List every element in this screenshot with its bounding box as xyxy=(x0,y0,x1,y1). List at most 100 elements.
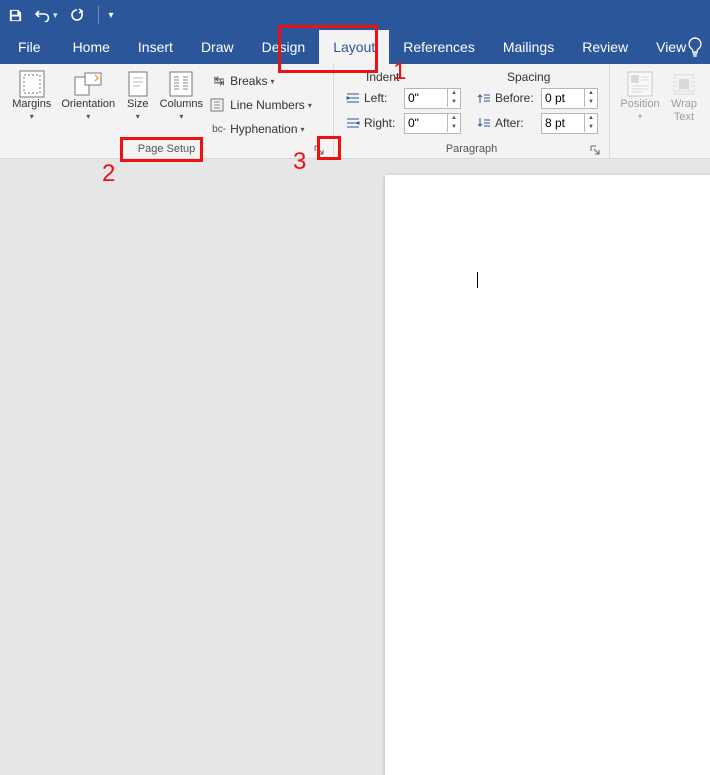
paragraph-launcher[interactable] xyxy=(588,143,602,157)
spin-up[interactable]: ▲ xyxy=(448,89,460,98)
spin-down[interactable]: ▼ xyxy=(448,123,460,132)
chevron-down-icon: ▾ xyxy=(136,112,140,121)
wrap-text-button[interactable]: Wrap Text xyxy=(664,67,704,123)
quick-access-toolbar: ▾ ▾ xyxy=(0,0,710,30)
spacing-after-icon xyxy=(477,117,495,129)
dialog-launcher-icon xyxy=(314,145,324,155)
spin-up[interactable]: ▲ xyxy=(585,114,597,123)
line-numbers-icon xyxy=(210,98,228,112)
hyphenation-button[interactable]: bc‑ Hyphenation ▾ xyxy=(210,119,327,139)
group-page-setup: Margins ▾ Orientation ▾ Size ▾ xyxy=(0,64,334,158)
tab-file[interactable]: File xyxy=(12,30,59,64)
margins-label: Margins xyxy=(12,98,51,111)
spacing-before-value[interactable] xyxy=(542,89,584,108)
group-arrange: Position ▾ Wrap Text xyxy=(610,64,710,158)
undo-button[interactable]: ▾ xyxy=(35,8,58,22)
indent-left-icon xyxy=(346,92,364,104)
spin-down[interactable]: ▼ xyxy=(585,98,597,107)
columns-button[interactable]: Columns ▾ xyxy=(157,67,207,121)
chevron-down-icon: ▾ xyxy=(308,101,312,110)
orientation-label: Orientation xyxy=(61,98,115,111)
wrap-text-label2: Text xyxy=(674,111,694,124)
save-icon xyxy=(8,8,23,23)
spacing-header: Spacing xyxy=(507,70,550,84)
redo-icon xyxy=(70,8,86,22)
spacing-after-label: After: xyxy=(495,116,541,130)
size-label: Size xyxy=(127,98,148,111)
page-setup-launcher[interactable] xyxy=(312,143,326,157)
orientation-button[interactable]: Orientation ▾ xyxy=(58,67,119,121)
tab-home[interactable]: Home xyxy=(59,30,124,64)
tab-layout[interactable]: Layout xyxy=(319,30,389,64)
undo-icon xyxy=(35,8,51,22)
wrap-text-icon xyxy=(669,70,699,98)
indent-left-row: Left: ▲▼ xyxy=(346,87,461,109)
chevron-down-icon: ▾ xyxy=(638,112,642,121)
spacing-after-input[interactable]: ▲▼ xyxy=(541,113,598,134)
text-cursor xyxy=(477,272,478,288)
annotation-label-3: 3 xyxy=(293,148,306,176)
ribbon: Margins ▾ Orientation ▾ Size ▾ xyxy=(0,64,710,159)
tab-review[interactable]: Review xyxy=(568,30,642,64)
customize-qat-button[interactable]: ▾ xyxy=(109,10,114,21)
spacing-after-value[interactable] xyxy=(542,114,584,133)
chevron-down-icon: ▾ xyxy=(53,10,58,21)
chevron-down-icon: ▾ xyxy=(30,112,34,121)
spin-up[interactable]: ▲ xyxy=(585,89,597,98)
chevron-down-icon: ▾ xyxy=(270,77,274,86)
indent-right-icon xyxy=(346,117,364,129)
spacing-before-icon xyxy=(477,92,495,104)
save-button[interactable] xyxy=(8,8,23,23)
group-paragraph: Indent Left: ▲▼ Right: xyxy=(334,64,610,158)
document-page[interactable] xyxy=(385,175,710,775)
qat-separator xyxy=(98,6,99,24)
size-icon xyxy=(123,70,153,98)
columns-label: Columns xyxy=(160,98,203,111)
wrap-text-label1: Wrap xyxy=(671,98,697,111)
chevron-down-icon: ▾ xyxy=(109,10,114,21)
margins-button[interactable]: Margins ▾ xyxy=(6,67,58,121)
position-icon xyxy=(625,70,655,98)
spin-down[interactable]: ▼ xyxy=(585,123,597,132)
tab-insert[interactable]: Insert xyxy=(124,30,187,64)
line-numbers-button[interactable]: Line Numbers ▾ xyxy=(210,95,327,115)
tell-me-button[interactable] xyxy=(686,36,704,58)
indent-left-label: Left: xyxy=(364,91,404,105)
margins-icon xyxy=(17,70,47,98)
group-paragraph-label: Paragraph xyxy=(446,143,497,155)
line-numbers-label: Line Numbers xyxy=(230,98,305,112)
breaks-icon: ↹ xyxy=(210,73,228,89)
annotation-label-1: 1 xyxy=(393,58,406,86)
spacing-before-input[interactable]: ▲▼ xyxy=(541,88,598,109)
lightbulb-icon xyxy=(686,36,704,58)
tab-design[interactable]: Design xyxy=(248,30,320,64)
spin-down[interactable]: ▼ xyxy=(448,98,460,107)
breaks-label: Breaks xyxy=(230,74,267,88)
group-page-setup-label: Page Setup xyxy=(138,143,196,155)
position-label: Position xyxy=(620,98,659,111)
spacing-before-label: Before: xyxy=(495,91,541,105)
redo-button[interactable] xyxy=(70,8,86,22)
columns-icon xyxy=(166,70,196,98)
annotation-label-2: 2 xyxy=(102,160,115,188)
tab-mailings[interactable]: Mailings xyxy=(489,30,568,64)
spacing-before-row: Before: ▲▼ xyxy=(477,87,598,109)
indent-left-value[interactable] xyxy=(405,89,447,108)
dialog-launcher-icon xyxy=(590,145,600,155)
chevron-down-icon: ▾ xyxy=(179,112,183,121)
size-button[interactable]: Size ▾ xyxy=(119,67,157,121)
breaks-button[interactable]: ↹ Breaks ▾ xyxy=(210,71,327,91)
indent-right-input[interactable]: ▲▼ xyxy=(404,113,461,134)
indent-left-input[interactable]: ▲▼ xyxy=(404,88,461,109)
tab-draw[interactable]: Draw xyxy=(187,30,248,64)
spin-up[interactable]: ▲ xyxy=(448,114,460,123)
spacing-after-row: After: ▲▼ xyxy=(477,112,598,134)
ribbon-tabs: File Home Insert Draw Design Layout Refe… xyxy=(0,30,710,64)
hyphenation-label: Hyphenation xyxy=(230,122,297,136)
chevron-down-icon: ▾ xyxy=(86,112,90,121)
indent-right-row: Right: ▲▼ xyxy=(346,112,461,134)
position-button[interactable]: Position ▾ xyxy=(616,67,664,121)
indent-right-value[interactable] xyxy=(405,114,447,133)
hyphenation-icon: bc‑ xyxy=(210,124,228,135)
orientation-icon xyxy=(73,70,103,98)
